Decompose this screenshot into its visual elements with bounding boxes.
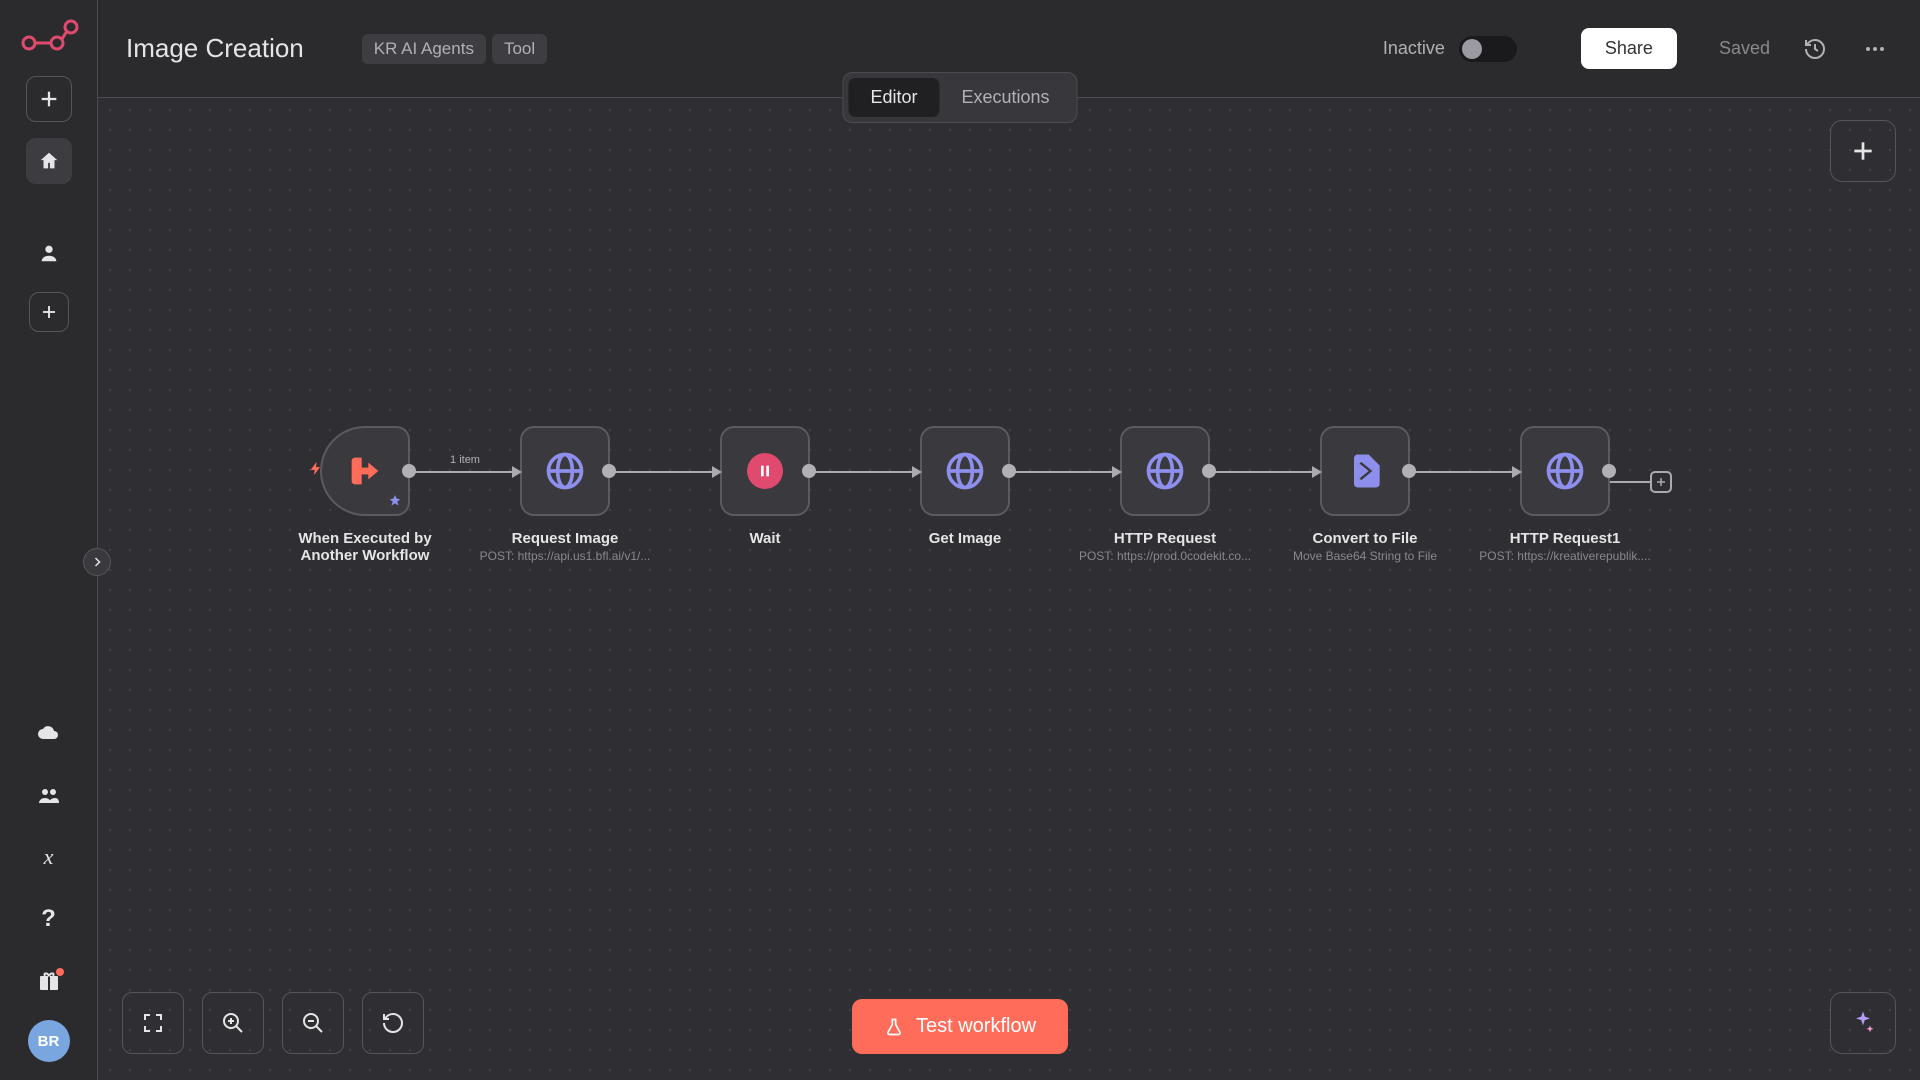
output-port[interactable] — [1402, 464, 1416, 478]
view-tabs: Editor Executions — [842, 72, 1077, 123]
share-button[interactable]: Share — [1581, 28, 1677, 69]
sidebar-gift-button[interactable] — [26, 958, 72, 1004]
fit-view-button[interactable] — [122, 992, 184, 1054]
sidebar-add-button[interactable] — [26, 76, 72, 122]
test-workflow-button[interactable]: Test workflow — [852, 999, 1068, 1054]
node-label: HTTP Request1 — [1475, 530, 1655, 547]
connector[interactable] — [1210, 471, 1320, 473]
sidebar-help-button[interactable]: ? — [26, 896, 72, 942]
node-wait[interactable]: Wait — [665, 426, 865, 547]
workflow-flow: When Executed by Another Workflow 1 item… — [265, 426, 1665, 564]
test-workflow-label: Test workflow — [916, 1015, 1036, 1038]
workflow-title[interactable]: Image Creation — [126, 33, 304, 64]
connector[interactable] — [1010, 471, 1120, 473]
node-label: Convert to File — [1275, 530, 1455, 547]
exit-arrow-icon — [345, 451, 385, 491]
output-port[interactable] — [602, 464, 616, 478]
more-icon[interactable] — [1858, 37, 1892, 61]
sidebar-cloud-button[interactable] — [26, 710, 72, 756]
node-sub: Move Base64 String to File — [1275, 549, 1455, 563]
tag-kr-ai-agents[interactable]: KR AI Agents — [362, 34, 486, 64]
saved-label: Saved — [1719, 38, 1770, 59]
connector[interactable] — [810, 471, 920, 473]
node-request-image[interactable]: Request Image POST: https://api.us1.bfl.… — [465, 426, 665, 563]
node-sub: POST: https://api.us1.bfl.ai/v1/... — [475, 549, 655, 563]
sidebar-user-button[interactable] — [26, 230, 72, 276]
connector[interactable] — [610, 471, 720, 473]
node-sub: POST: https://kreativerepublik.... — [1475, 549, 1655, 563]
globe-icon — [1143, 449, 1187, 493]
app-logo[interactable] — [19, 16, 79, 56]
node-label: HTTP Request — [1075, 530, 1255, 547]
node-sub: POST: https://prod.0codekit.co... — [1075, 549, 1255, 563]
active-toggle[interactable] — [1459, 36, 1517, 62]
node-get-image[interactable]: Get Image — [865, 426, 1065, 547]
add-connector-button[interactable] — [1650, 471, 1672, 493]
output-port[interactable] — [1602, 464, 1616, 478]
output-port[interactable] — [1002, 464, 1016, 478]
connector[interactable] — [1410, 471, 1520, 473]
sidebar: x ? BR — [0, 0, 98, 1080]
pin-icon — [388, 494, 402, 508]
output-port[interactable] — [402, 464, 416, 478]
reset-view-button[interactable] — [362, 992, 424, 1054]
globe-icon — [1543, 449, 1587, 493]
sparkle-icon — [1849, 1009, 1877, 1037]
add-node-button[interactable] — [1830, 120, 1896, 182]
sidebar-add-small-button[interactable] — [29, 292, 69, 332]
file-import-icon — [1343, 449, 1387, 493]
node-label: Request Image — [475, 530, 655, 547]
node-label: When Executed by Another Workflow — [275, 530, 455, 564]
connector[interactable] — [410, 471, 520, 473]
node-label: Wait — [675, 530, 855, 547]
node-convert-to-file[interactable]: Convert to File Move Base64 String to Fi… — [1265, 426, 1465, 563]
status-label: Inactive — [1383, 38, 1445, 59]
sidebar-variables-button[interactable]: x — [26, 834, 72, 880]
history-icon[interactable] — [1798, 37, 1832, 61]
flow-tail — [1610, 471, 1672, 493]
sidebar-home-button[interactable] — [26, 138, 72, 184]
workflow-canvas[interactable] — [98, 98, 1920, 1080]
lightning-icon — [308, 459, 324, 484]
output-port[interactable] — [1202, 464, 1216, 478]
tab-executions[interactable]: Executions — [939, 78, 1071, 117]
flask-icon — [884, 1017, 904, 1037]
zoom-in-button[interactable] — [202, 992, 264, 1054]
globe-icon — [543, 449, 587, 493]
node-trigger[interactable]: When Executed by Another Workflow 1 item — [265, 426, 465, 564]
node-http-request[interactable]: HTTP Request POST: https://prod.0codekit… — [1065, 426, 1265, 563]
zoom-controls — [122, 992, 424, 1054]
tab-editor[interactable]: Editor — [848, 78, 939, 117]
node-label: Get Image — [875, 530, 1055, 547]
node-http-request1[interactable]: HTTP Request1 POST: https://kreativerepu… — [1465, 426, 1665, 563]
sidebar-expand-button[interactable] — [83, 548, 111, 576]
output-port[interactable] — [802, 464, 816, 478]
user-avatar[interactable]: BR — [28, 1020, 70, 1062]
zoom-out-button[interactable] — [282, 992, 344, 1054]
ai-sparkle-button[interactable] — [1830, 992, 1896, 1054]
tag-tool[interactable]: Tool — [492, 34, 547, 64]
globe-icon — [943, 449, 987, 493]
sidebar-users-button[interactable] — [26, 772, 72, 818]
pause-icon — [747, 453, 783, 489]
